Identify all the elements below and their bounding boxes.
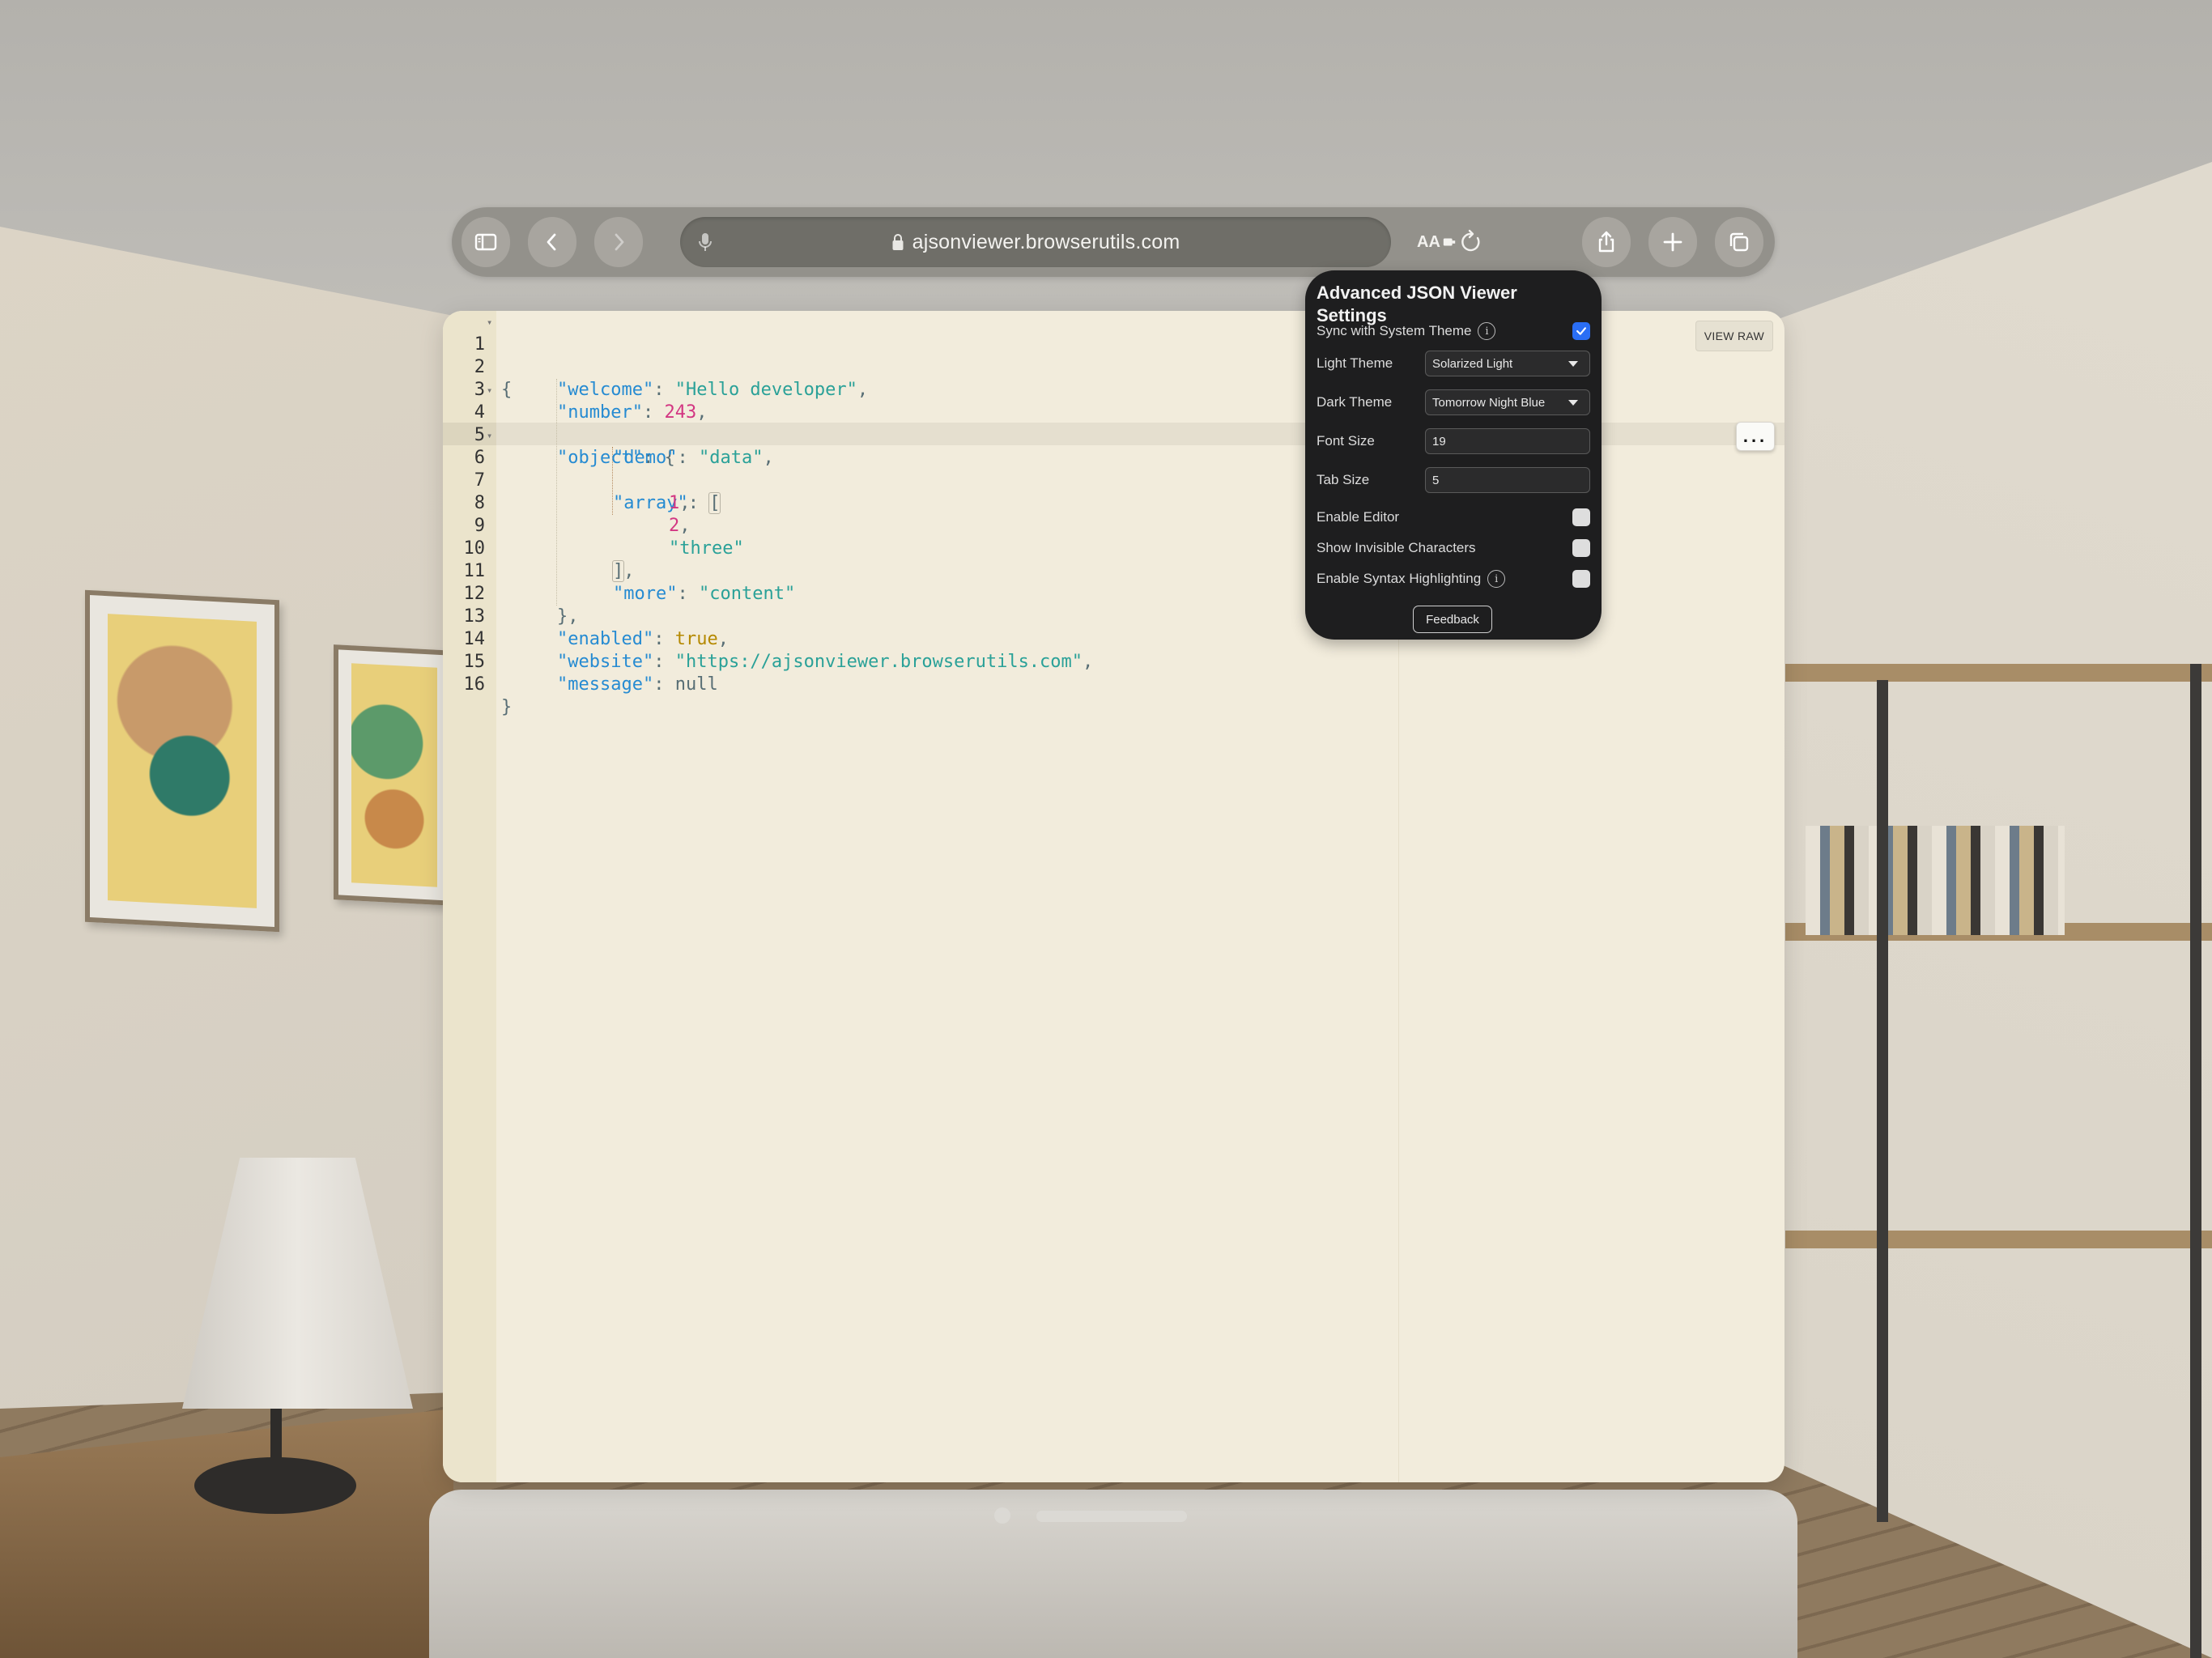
new-tab-button[interactable] [1648, 217, 1697, 267]
settings-popover: Advanced JSON Viewer Settings Sync with … [1305, 270, 1602, 640]
lamp-base [194, 1457, 356, 1514]
code-line: 10 ], [443, 515, 635, 582]
chevron-left-icon [547, 233, 556, 251]
tabs-overview-button[interactable] [1715, 217, 1763, 267]
matched-bracket: ] [611, 560, 625, 582]
info-icon[interactable]: i [1487, 570, 1506, 588]
tabs-overview-icon [1729, 232, 1749, 252]
sidebar-icon [474, 233, 497, 251]
info-icon[interactable]: i [1478, 322, 1496, 340]
dropdown-caret-icon [1568, 361, 1578, 367]
syntax-highlighting-label: Enable Syntax Highlighting [1317, 571, 1482, 586]
browser-toolbar: ajsonviewer.browserutils.com AA [452, 207, 1775, 277]
forward-button[interactable] [594, 217, 643, 267]
window-grab-bar[interactable] [1036, 1511, 1187, 1522]
back-button[interactable] [528, 217, 576, 267]
matched-bracket: [ [708, 492, 721, 514]
code-line: 16 } [443, 651, 513, 717]
window-close-dot[interactable] [994, 1507, 1010, 1524]
enable-editor-row: Enable Editor [1317, 505, 1590, 529]
shelf [1785, 664, 2212, 682]
reader-options-button[interactable]: AA [1417, 217, 1457, 267]
chevron-right-icon [615, 233, 624, 251]
tab-size-input[interactable]: 5 [1425, 467, 1590, 493]
shelf-post [2190, 664, 2201, 1658]
code-line: 6 ▾ "array": [ [443, 424, 721, 514]
line-number: 16 [463, 674, 486, 695]
wall-art-small [334, 644, 455, 906]
dropdown-caret-icon [1568, 400, 1578, 406]
code-line: 5 "demo": "data", [443, 402, 774, 468]
share-icon [1598, 231, 1614, 253]
tab-size-row: Tab Size 5 [1317, 466, 1590, 494]
reader-label: AA [1417, 232, 1440, 251]
wall-art-large [85, 589, 279, 933]
show-invisible-checkbox[interactable] [1572, 539, 1590, 557]
sync-system-theme-row: Sync with System Theme i [1317, 319, 1590, 343]
code-line: 4 ▾ "object": { [443, 379, 675, 468]
shelf-post [1877, 680, 1888, 1522]
enable-editor-label: Enable Editor [1317, 509, 1400, 525]
syntax-highlighting-row: Enable Syntax Highlighting i [1317, 567, 1590, 591]
dark-theme-value: Tomorrow Night Blue [1432, 395, 1546, 410]
more-options-button[interactable]: ... [1736, 422, 1775, 451]
show-invisible-row: Show Invisible Characters [1317, 536, 1590, 560]
code-line: 14 "website": "https://ajsonviewer.brows… [443, 606, 1094, 672]
lock-icon [892, 234, 904, 250]
checkmark-icon [1576, 327, 1586, 335]
code-line: 1 ▾ { [443, 311, 513, 400]
books [1806, 826, 2065, 935]
fold-toggle-icon[interactable]: ▾ [487, 424, 492, 447]
code-line: 3 "number": 243, [443, 356, 708, 423]
dark-theme-row: Dark Theme Tomorrow Night Blue [1317, 389, 1590, 416]
light-theme-row: Light Theme Solarized Light [1317, 350, 1590, 377]
code-line: 2 "welcome": "Hello developer", [443, 334, 868, 400]
code-line: 15 "message": null [443, 628, 718, 695]
url-display[interactable]: ajsonviewer.browserutils.com [680, 217, 1391, 267]
sidebar-button[interactable] [462, 217, 510, 267]
ellipsis-icon: ... [1742, 426, 1768, 446]
shelf [1785, 1231, 2212, 1248]
font-size-row: Font Size 19 [1317, 427, 1590, 455]
tab-size-value: 5 [1432, 473, 1440, 487]
sync-system-theme-checkbox[interactable] [1572, 322, 1590, 340]
view-raw-button[interactable]: VIEW RAW [1695, 321, 1773, 351]
plus-icon [1663, 232, 1682, 252]
code-line: 7 1, [443, 447, 691, 513]
sync-system-theme-label: Sync with System Theme [1317, 323, 1472, 338]
show-invisible-label: Show Invisible Characters [1317, 540, 1476, 555]
light-theme-value: Solarized Light [1432, 356, 1513, 371]
dark-theme-select[interactable]: Tomorrow Night Blue [1425, 389, 1590, 415]
font-size-input[interactable]: 19 [1425, 428, 1590, 454]
code-line: 12 }, [443, 560, 579, 627]
code-line: 9 "three" [443, 492, 744, 559]
extension-icon [1443, 238, 1456, 246]
syntax-highlighting-checkbox[interactable] [1572, 570, 1590, 588]
fold-toggle-icon[interactable]: ▾ [487, 379, 492, 402]
font-size-value: 19 [1432, 434, 1446, 449]
share-button[interactable] [1582, 217, 1631, 267]
address-bar[interactable]: ajsonviewer.browserutils.com AA [680, 217, 1480, 267]
url-text: ajsonviewer.browserutils.com [912, 230, 1180, 253]
code-line: 11 "more": "content" [443, 538, 796, 604]
feedback-button[interactable]: Feedback [1413, 606, 1492, 633]
fold-toggle-icon[interactable]: ▾ [487, 311, 492, 334]
code-line: 13 "enabled": true, [443, 583, 729, 649]
code-line: 8 2, [443, 470, 691, 536]
enable-editor-checkbox[interactable] [1572, 508, 1590, 526]
reload-icon[interactable] [1457, 228, 1485, 256]
light-theme-select[interactable]: Solarized Light [1425, 351, 1590, 376]
